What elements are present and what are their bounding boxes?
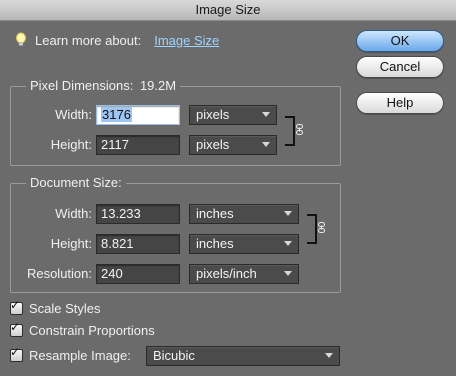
chain-link-icon (318, 222, 325, 233)
chevron-down-icon (284, 271, 292, 276)
resample-method: Bicubic (153, 348, 195, 363)
resolution-label: Resolution: (26, 266, 92, 281)
constrain-proportions-checkbox[interactable]: ✓ (10, 319, 23, 337)
chevron-down-icon (284, 241, 292, 246)
checkmark-icon: ✓ (10, 344, 21, 359)
pixel-height-field[interactable]: 2117 (96, 135, 180, 155)
pixel-height-unit: pixels (196, 137, 230, 152)
window-title: Image Size (0, 0, 456, 21)
pixel-width-field[interactable]: 3176 (96, 105, 180, 125)
pixel-dimensions-size: 19.2M (139, 78, 177, 93)
cancel-button[interactable]: Cancel (356, 56, 444, 78)
constrain-proportions-option[interactable]: ✓ Constrain Proportions (10, 319, 155, 338)
resample-method-select[interactable]: Bicubic (146, 346, 340, 366)
doc-width-label: Width: (55, 206, 92, 221)
checkmark-icon: ✓ (10, 319, 21, 334)
ok-button[interactable]: OK (356, 30, 444, 52)
pixel-width-unit: pixels (196, 107, 230, 122)
learn-more-label: Learn more about: (35, 32, 142, 48)
resolution-unit: pixels/inch (196, 266, 257, 281)
learn-more-row: Learn more about: Image Size (14, 31, 219, 49)
resolution-value: 240 (101, 266, 123, 281)
doc-height-value: 8.821 (101, 236, 134, 251)
pixel-dimensions-legend: Pixel Dimensions: 19.2M (26, 78, 181, 93)
pixel-width-label: Width: (55, 107, 92, 122)
doc-height-field[interactable]: 8.821 (96, 234, 180, 254)
doc-width-field[interactable]: 13.233 (96, 204, 180, 224)
lightbulb-icon (16, 32, 26, 46)
pixel-dimensions-label: Pixel Dimensions: (30, 78, 134, 93)
resample-image-option[interactable]: ✓ Resample Image: (10, 344, 131, 363)
doc-width-value: 13.233 (101, 206, 141, 221)
chevron-down-icon (262, 112, 270, 117)
chain-link-icon (296, 124, 303, 135)
resolution-field[interactable]: 240 (96, 264, 180, 284)
chevron-down-icon (284, 211, 292, 216)
scale-styles-checkbox[interactable]: ✓ (10, 297, 23, 315)
doc-width-unit-select[interactable]: inches (189, 204, 299, 224)
chevron-down-icon (262, 142, 270, 147)
document-size-legend: Document Size: (26, 175, 126, 190)
scale-styles-option[interactable]: ✓ Scale Styles (10, 297, 101, 316)
image-size-help-link[interactable]: Image Size (154, 33, 219, 48)
doc-height-label: Height: (50, 236, 92, 251)
help-button[interactable]: Help (356, 92, 444, 114)
constrain-proportions-label: Constrain Proportions (29, 322, 155, 338)
chevron-down-icon (325, 353, 333, 358)
pixel-width-value: 3176 (101, 107, 132, 122)
scale-styles-label: Scale Styles (29, 300, 101, 316)
doc-height-unit-select[interactable]: inches (189, 234, 299, 254)
resolution-unit-select[interactable]: pixels/inch (189, 264, 299, 284)
doc-width-unit: inches (196, 206, 234, 221)
doc-constrain-bracket (307, 214, 317, 244)
constrain-bracket (285, 116, 295, 146)
resample-image-label: Resample Image: (29, 347, 131, 363)
resample-image-checkbox[interactable]: ✓ (10, 344, 23, 362)
pixel-height-value: 2117 (101, 137, 129, 152)
pixel-width-unit-select[interactable]: pixels (189, 105, 277, 125)
checkmark-icon: ✓ (10, 297, 21, 312)
pixel-height-label: Height: (50, 137, 92, 152)
doc-height-unit: inches (196, 236, 234, 251)
pixel-height-unit-select[interactable]: pixels (189, 135, 277, 155)
